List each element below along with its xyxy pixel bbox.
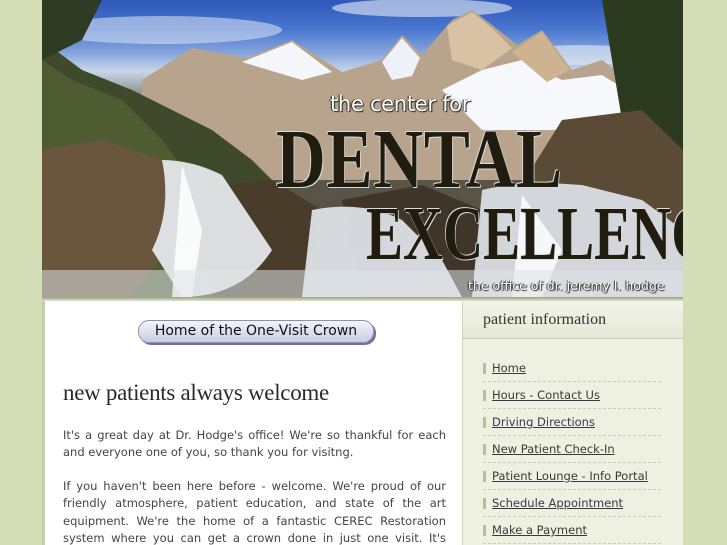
sidebar-item-driving-directions: Driving Directions	[483, 409, 661, 436]
sidebar: patient information Home Hours - Contact…	[462, 301, 683, 545]
intro-paragraph: It's a great day at Dr. Hodge's office! …	[63, 428, 446, 460]
nav-link-hours-contact[interactable]: Hours - Contact Us	[492, 388, 600, 402]
nav-link-home[interactable]: Home	[492, 361, 526, 375]
nav-link-driving-directions[interactable]: Driving Directions	[492, 415, 595, 429]
sidebar-title: patient information	[483, 311, 607, 328]
nav-link-new-patient[interactable]: New Patient Check-In	[492, 442, 615, 456]
sidebar-item-payment: Make a Payment	[483, 517, 661, 544]
banner-title-excellence: EXCELLENCE	[366, 192, 683, 276]
nav-link-schedule[interactable]: Schedule Appointment	[492, 496, 623, 510]
sidebar-header: patient information	[463, 301, 683, 339]
sidebar-nav: Home Hours - Contact Us Driving Directio…	[483, 355, 661, 544]
page-heading: new patients always welcome	[63, 380, 329, 405]
sidebar-item-hours-contact: Hours - Contact Us	[483, 382, 661, 409]
nav-link-patient-lounge[interactable]: Patient Lounge - Info Portal	[492, 469, 648, 483]
banner-office-line: the office of dr. jeremy l. hodge	[468, 278, 665, 293]
page-wrapper: the center for DENTAL EXCELLENCE the off…	[42, 0, 683, 545]
one-visit-crown-button[interactable]: Home of the One-Visit Crown	[138, 320, 374, 343]
sidebar-item-patient-lounge: Patient Lounge - Info Portal	[483, 463, 661, 490]
welcome-paragraph: If you haven't been here before - welcom…	[63, 479, 446, 545]
sidebar-item-schedule: Schedule Appointment	[483, 490, 661, 517]
header-banner: the center for DENTAL EXCELLENCE the off…	[42, 0, 683, 297]
main-content: Home of the One-Visit Crown new patients…	[42, 301, 465, 545]
sidebar-item-home: Home	[483, 355, 661, 382]
banner-title-dental: DENTAL	[276, 113, 563, 206]
nav-link-payment[interactable]: Make a Payment	[492, 523, 587, 537]
sidebar-item-new-patient: New Patient Check-In	[483, 436, 661, 463]
